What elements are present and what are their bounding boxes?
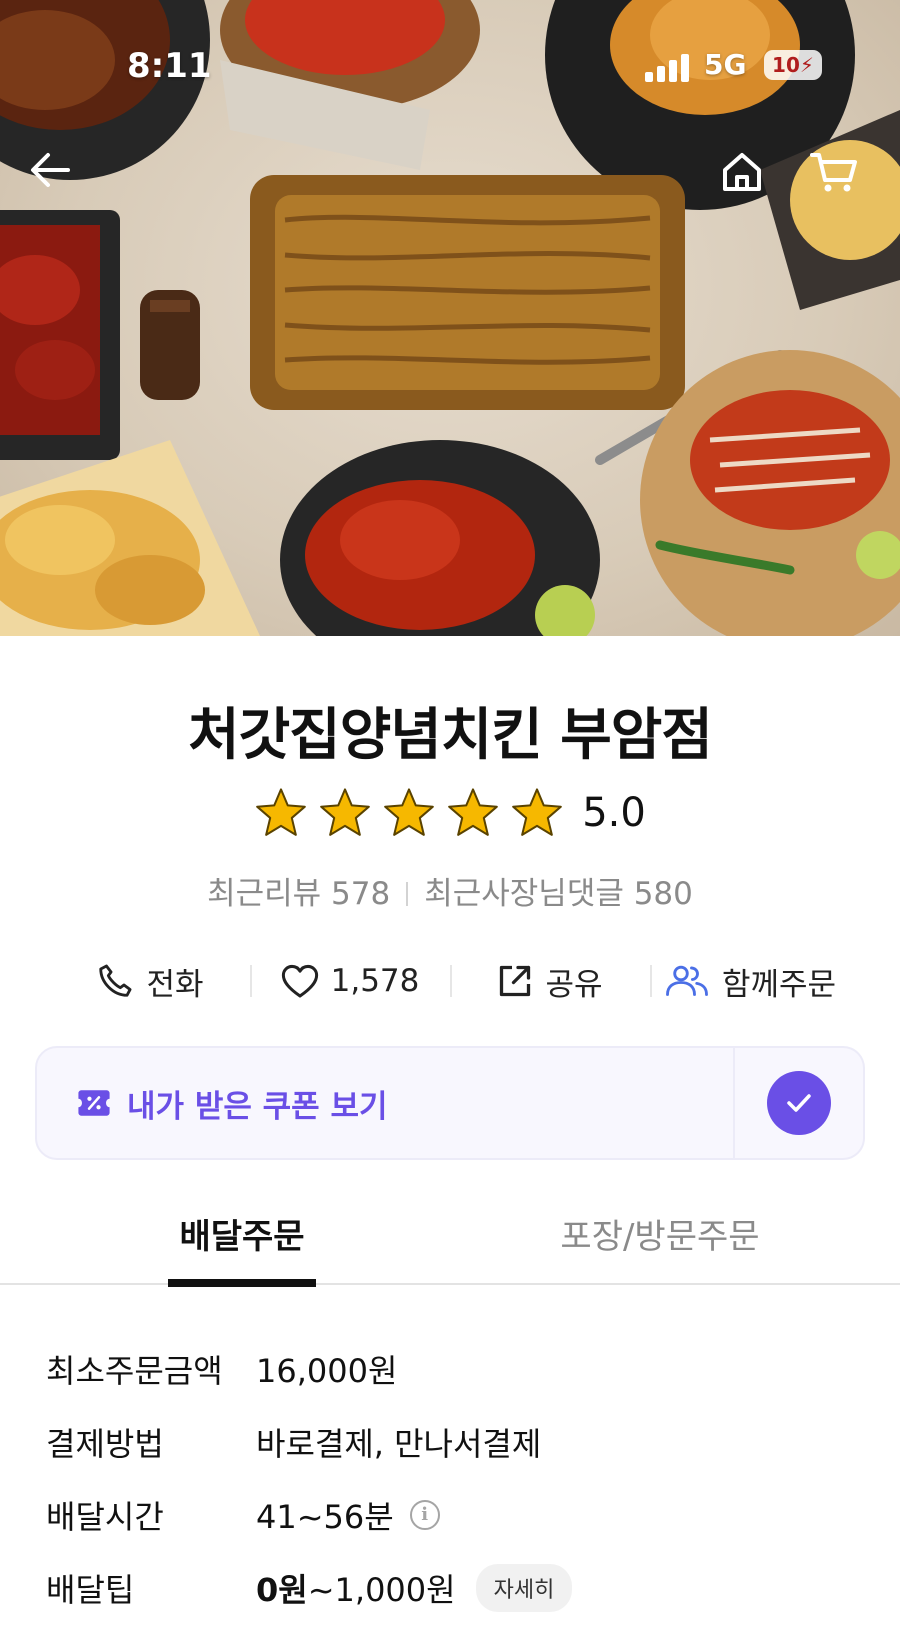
info-icon[interactable]: i bbox=[409, 1499, 440, 1530]
home-button[interactable] bbox=[720, 150, 780, 210]
star-icon bbox=[256, 788, 307, 836]
cart-button[interactable] bbox=[810, 150, 870, 210]
coupon-icon bbox=[78, 1090, 110, 1116]
phone-icon bbox=[99, 964, 132, 997]
delivery-tip-label: 배달팁 bbox=[46, 1570, 135, 1609]
star-icon bbox=[320, 788, 371, 836]
info-row-payment: 결제방법 바로결제, 만나서결제 bbox=[46, 1405, 866, 1478]
cart-icon bbox=[810, 153, 857, 192]
call-button[interactable]: 전화 bbox=[50, 953, 250, 1009]
delivery-tip-max: ~1,000원 bbox=[307, 1570, 456, 1609]
check-icon bbox=[787, 1094, 811, 1112]
delivery-time-label: 배달시간 bbox=[46, 1497, 164, 1536]
share-button[interactable]: 공유 bbox=[450, 953, 650, 1009]
status-time: 8:11 bbox=[127, 46, 212, 86]
like-button[interactable]: 1,578 bbox=[250, 953, 450, 1009]
call-label: 전화 bbox=[146, 966, 204, 1003]
battery-icon: 10⚡ bbox=[764, 50, 822, 80]
coupon-check-button[interactable] bbox=[735, 1046, 865, 1160]
payment-label: 결제방법 bbox=[46, 1424, 164, 1463]
delivery-info: 최소주문금액 16,000원 결제방법 바로결제, 만나서결제 배달시간 41~… bbox=[46, 1332, 866, 1624]
delivery-tip-value-wrap: 0원~1,000원 자세히 bbox=[256, 1563, 573, 1612]
delivery-tip-value: 0원~1,000원 bbox=[256, 1565, 456, 1611]
recent-reviews-link[interactable]: 최근리뷰 578 bbox=[207, 876, 390, 912]
food-photo bbox=[0, 0, 900, 636]
back-arrow-icon bbox=[31, 153, 70, 187]
group-icon bbox=[666, 965, 708, 996]
tab-delivery[interactable]: 배달주문 bbox=[168, 1207, 316, 1287]
star-icon bbox=[512, 788, 563, 836]
divider bbox=[406, 882, 409, 906]
info-row-delivery-tip: 배달팁 0원~1,000원 자세히 bbox=[46, 1551, 866, 1624]
group-order-button[interactable]: 함께주문 bbox=[650, 953, 850, 1009]
share-icon bbox=[500, 965, 531, 997]
info-row-min-order: 최소주문금액 16,000원 bbox=[46, 1332, 866, 1405]
home-icon bbox=[723, 153, 761, 191]
store-name: 처갓집양념치킨 부암점 bbox=[188, 703, 713, 768]
min-order-value: 16,000원 bbox=[256, 1351, 398, 1390]
battery-level: 10 bbox=[772, 53, 800, 77]
order-type-tabs: 배달주문 포장/방문주문 bbox=[0, 1207, 900, 1287]
coupon-label: 내가 받은 쿠폰 보기 bbox=[127, 1088, 388, 1125]
owner-replies-link[interactable]: 최근사장님댓글 580 bbox=[424, 876, 693, 912]
network-type: 5G bbox=[704, 48, 747, 81]
payment-value: 바로결제, 만나서결제 bbox=[256, 1424, 542, 1463]
heart-icon bbox=[281, 964, 318, 998]
review-summary: 최근리뷰 578 최근사장님댓글 580 bbox=[0, 868, 900, 913]
delivery-tip-min: 0원 bbox=[256, 1570, 308, 1609]
delivery-time-value: 41~56분 bbox=[256, 1497, 394, 1536]
check-circle bbox=[767, 1071, 831, 1135]
action-bar: 전화 1,578 공유 함께주문 bbox=[50, 953, 850, 1009]
group-order-label: 함께주문 bbox=[721, 966, 837, 1003]
info-row-delivery-time: 배달시간 41~56분 i bbox=[46, 1478, 866, 1551]
coupon-banner[interactable]: 내가 받은 쿠폰 보기 bbox=[35, 1046, 735, 1160]
min-order-label: 최소주문금액 bbox=[46, 1351, 223, 1390]
tab-pickup[interactable]: 포장/방문주문 bbox=[540, 1207, 780, 1285]
share-label: 공유 bbox=[545, 966, 603, 1003]
store-hero-image: 8:11 5G 10⚡ bbox=[0, 0, 900, 636]
back-button[interactable] bbox=[28, 150, 88, 210]
like-count: 1,578 bbox=[330, 963, 420, 999]
rating-row: 5.0 bbox=[0, 786, 900, 840]
rating-score: 5.0 bbox=[582, 790, 646, 836]
delivery-time-value-wrap: 41~56분 i bbox=[256, 1492, 440, 1538]
delivery-tip-detail-button[interactable]: 자세히 bbox=[475, 1563, 573, 1612]
star-icon bbox=[448, 788, 499, 836]
star-icon bbox=[384, 788, 435, 836]
status-bar: 8:11 5G 10⚡ bbox=[0, 40, 900, 90]
signal-icon bbox=[645, 52, 691, 82]
